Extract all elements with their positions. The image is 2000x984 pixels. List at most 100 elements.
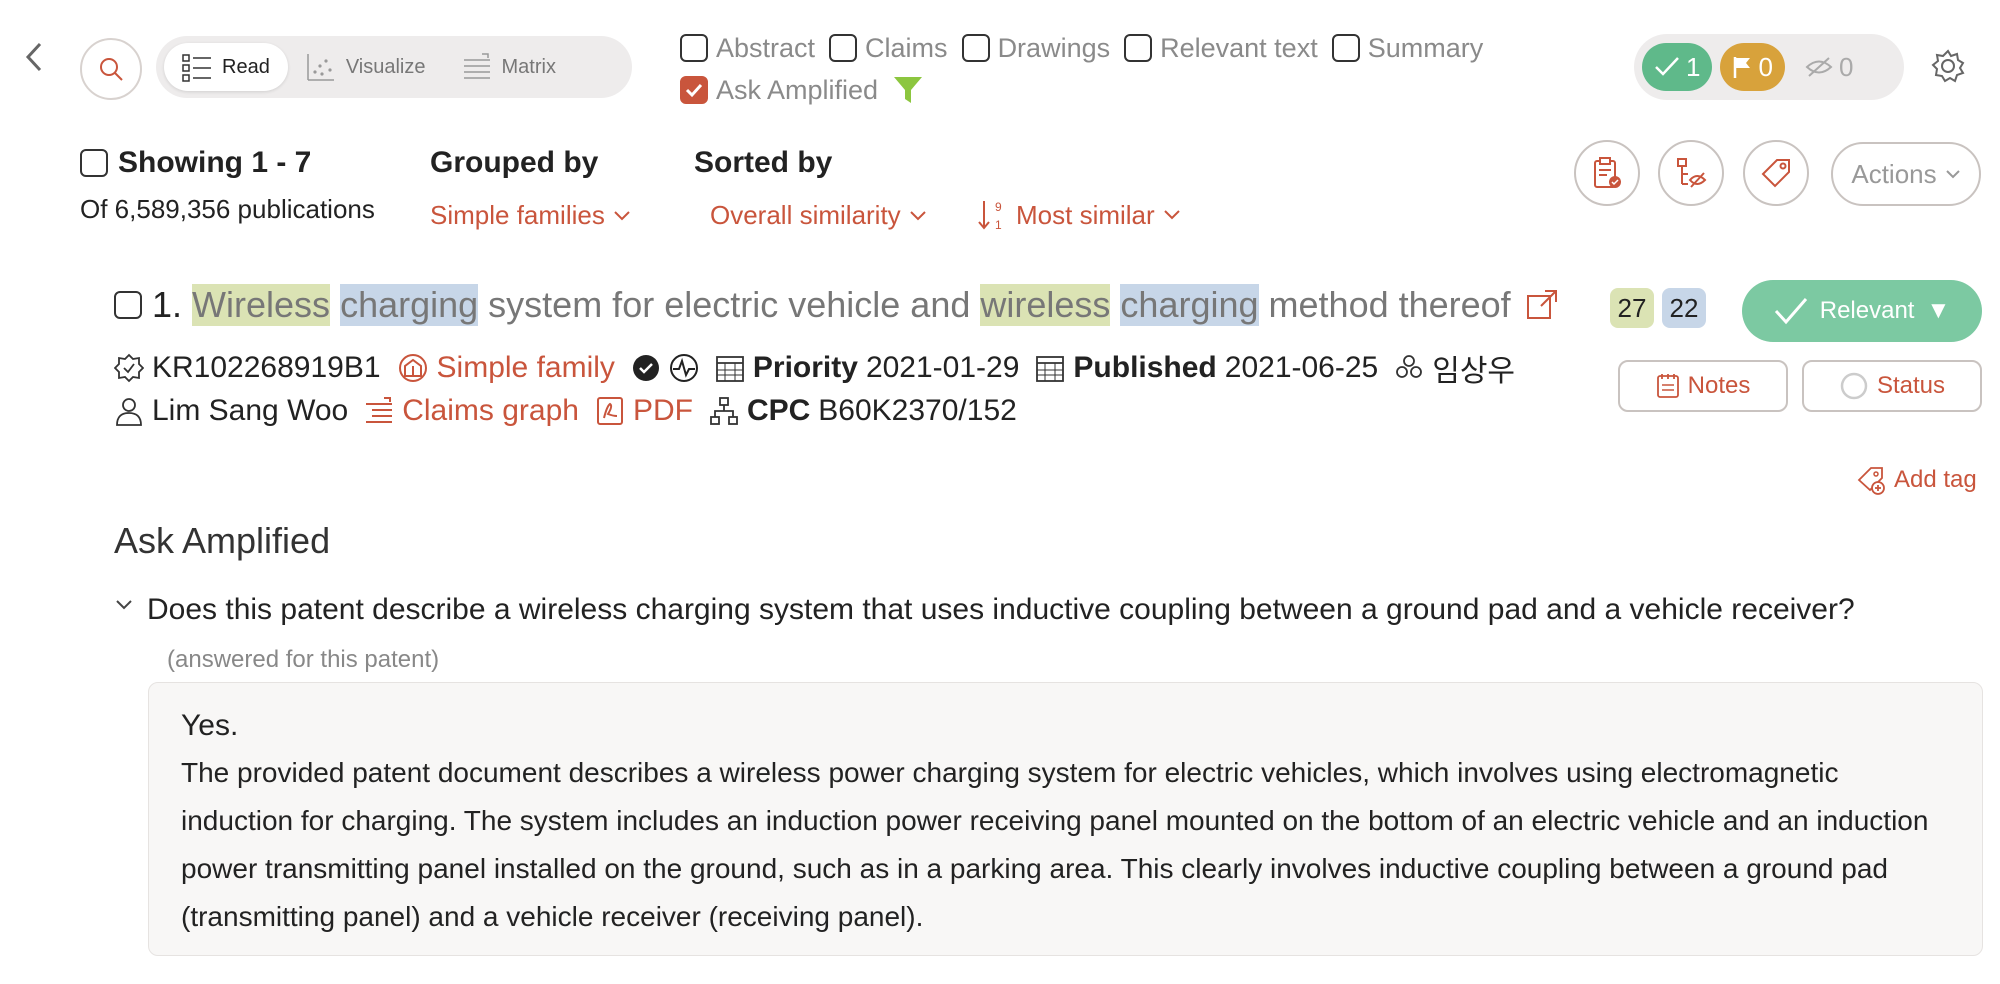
- result-title-link[interactable]: Wireless charging system for electric ve…: [192, 284, 1511, 326]
- showing-range: Showing 1 - 7: [118, 146, 312, 179]
- content-filters: Abstract Claims Drawings Relevant text S…: [680, 28, 1540, 110]
- clipboard-button[interactable]: [1574, 140, 1640, 206]
- filter-relevant-text[interactable]: Relevant text: [1124, 33, 1318, 64]
- highlight-term: Wireless: [192, 284, 331, 326]
- svg-text:1: 1: [995, 218, 1002, 232]
- hide-classification-button[interactable]: [1658, 140, 1724, 206]
- filter-funnel-icon[interactable]: [892, 74, 924, 106]
- search-button[interactable]: [80, 38, 142, 100]
- answer-panel: Yes. The provided patent document descri…: [148, 682, 1983, 956]
- external-link-icon[interactable]: [1525, 288, 1559, 322]
- publication-number[interactable]: KR102268919B1: [114, 351, 381, 385]
- filter-ask-amplified[interactable]: Ask Amplified: [680, 75, 878, 106]
- grouped-by-label: Grouped by: [430, 146, 599, 179]
- status-counters: 1 0 0: [1634, 34, 1904, 100]
- list-icon: [182, 54, 211, 82]
- hidden-count: 0: [1838, 51, 1854, 82]
- sorted-by-label: Sorted by: [694, 146, 833, 179]
- pub-number-text: KR102268919B1: [152, 351, 381, 384]
- sorted-by-value: Overall similarity: [710, 200, 901, 230]
- relevant-count-badge[interactable]: 1: [1642, 43, 1713, 91]
- status-button[interactable]: Status: [1802, 360, 1982, 412]
- checkbox[interactable]: [961, 34, 990, 62]
- actions-dropdown[interactable]: Actions: [1831, 142, 1981, 206]
- relevant-button[interactable]: Relevant ▼: [1742, 280, 1982, 342]
- mode-visualize[interactable]: Visualize: [288, 43, 444, 91]
- simple-family-text: Simple family: [436, 351, 615, 384]
- search-icon: [100, 58, 123, 81]
- filter-claims[interactable]: Claims: [829, 33, 948, 64]
- question-toggle[interactable]: [114, 598, 134, 617]
- activity-icon: [669, 354, 698, 382]
- filter-label: Drawings: [997, 32, 1111, 63]
- hidden-count-badge[interactable]: 0: [1793, 43, 1865, 91]
- title-text: method thereof: [1268, 284, 1511, 325]
- filter-label: Relevant text: [1160, 32, 1318, 63]
- sorted-by-dropdown[interactable]: Overall similarity: [710, 200, 927, 231]
- chevron-left-icon: [25, 42, 42, 72]
- checkbox[interactable]: [829, 34, 858, 62]
- inventor[interactable]: Lim Sang Woo: [114, 394, 348, 428]
- calendar-icon: [1036, 356, 1065, 382]
- check-icon: [1774, 298, 1807, 325]
- tag-button[interactable]: [1743, 140, 1809, 206]
- simple-family-link[interactable]: Simple family: [397, 351, 615, 385]
- settings-button[interactable]: [1930, 48, 1966, 89]
- notes-label: Notes: [1687, 372, 1751, 399]
- filter-label: Summary: [1367, 32, 1484, 63]
- svg-text:9: 9: [995, 200, 1002, 214]
- pdf-link[interactable]: PDF: [595, 394, 693, 428]
- filter-summary[interactable]: Summary: [1331, 32, 1484, 64]
- relevant-label: Relevant: [1819, 297, 1915, 324]
- filter-abstract[interactable]: Abstract: [680, 33, 815, 64]
- priority-date-value: 2021-01-29: [865, 351, 1020, 384]
- publication-count: Of 6,589,356 publications: [80, 194, 375, 224]
- chevron-down-icon: [614, 210, 630, 220]
- title-text: system for electric vehicle and: [488, 284, 971, 325]
- checkbox[interactable]: [680, 34, 708, 62]
- filter-label: Ask Amplified: [716, 74, 879, 105]
- gear-icon: [1931, 49, 1965, 83]
- published-label: Published: [1073, 351, 1217, 384]
- status-circle-icon: [1840, 372, 1868, 400]
- chevron-down-icon: [116, 600, 132, 610]
- checkbox[interactable]: [80, 149, 108, 177]
- assignee[interactable]: 임상우: [1394, 346, 1515, 390]
- hierarchy-hide-icon: [1677, 158, 1707, 188]
- filter-label: Abstract: [716, 32, 816, 63]
- filter-label: Claims: [865, 32, 948, 63]
- grouped-by-dropdown[interactable]: Simple families: [430, 200, 631, 231]
- granted-check-icon: [632, 355, 659, 381]
- notes-button[interactable]: Notes: [1618, 360, 1788, 412]
- claims-graph-link[interactable]: Claims graph: [364, 394, 579, 428]
- family-icon: [398, 354, 427, 382]
- eye-slash-icon: [1805, 57, 1833, 77]
- back-button[interactable]: [22, 40, 44, 83]
- mode-read[interactable]: Read: [164, 43, 288, 91]
- claims-graph-text: Claims graph: [402, 394, 579, 427]
- result-checkbox[interactable]: [114, 291, 142, 319]
- checkbox[interactable]: [1331, 34, 1360, 62]
- flag-icon: [1734, 57, 1751, 78]
- mode-matrix[interactable]: Matrix: [444, 43, 574, 91]
- ask-amplified-heading: Ask Amplified: [114, 520, 331, 561]
- result-meta-line-1: KR102268919B1 Simple family Priority 202…: [114, 346, 1531, 390]
- checkbox-checked[interactable]: [680, 76, 708, 104]
- person-icon: [116, 398, 142, 426]
- cpc-value: B60K2370/152: [818, 394, 1017, 427]
- ask-question: Does this patent describe a wireless cha…: [147, 586, 1947, 684]
- select-all-results[interactable]: Showing 1 - 7: [80, 146, 311, 180]
- priority-label: Priority: [752, 351, 858, 384]
- highlight-term: charging: [340, 284, 479, 326]
- checkbox[interactable]: [1124, 34, 1153, 62]
- filter-drawings[interactable]: Drawings: [961, 32, 1111, 64]
- mode-matrix-label: Matrix: [501, 55, 556, 78]
- tag-icon: [1761, 159, 1790, 188]
- add-tag-button[interactable]: Add tag: [1856, 464, 1977, 496]
- sort-order-dropdown[interactable]: 91 Most similar: [978, 198, 1181, 232]
- result-title-row: 1. Wireless charging system for electric…: [114, 284, 1559, 326]
- cpc-classification[interactable]: CPC B60K2370/152: [709, 394, 1017, 428]
- answer-body: The provided patent document describes a…: [181, 757, 1929, 932]
- mode-read-label: Read: [222, 55, 270, 78]
- flagged-count-badge[interactable]: 0: [1720, 43, 1785, 91]
